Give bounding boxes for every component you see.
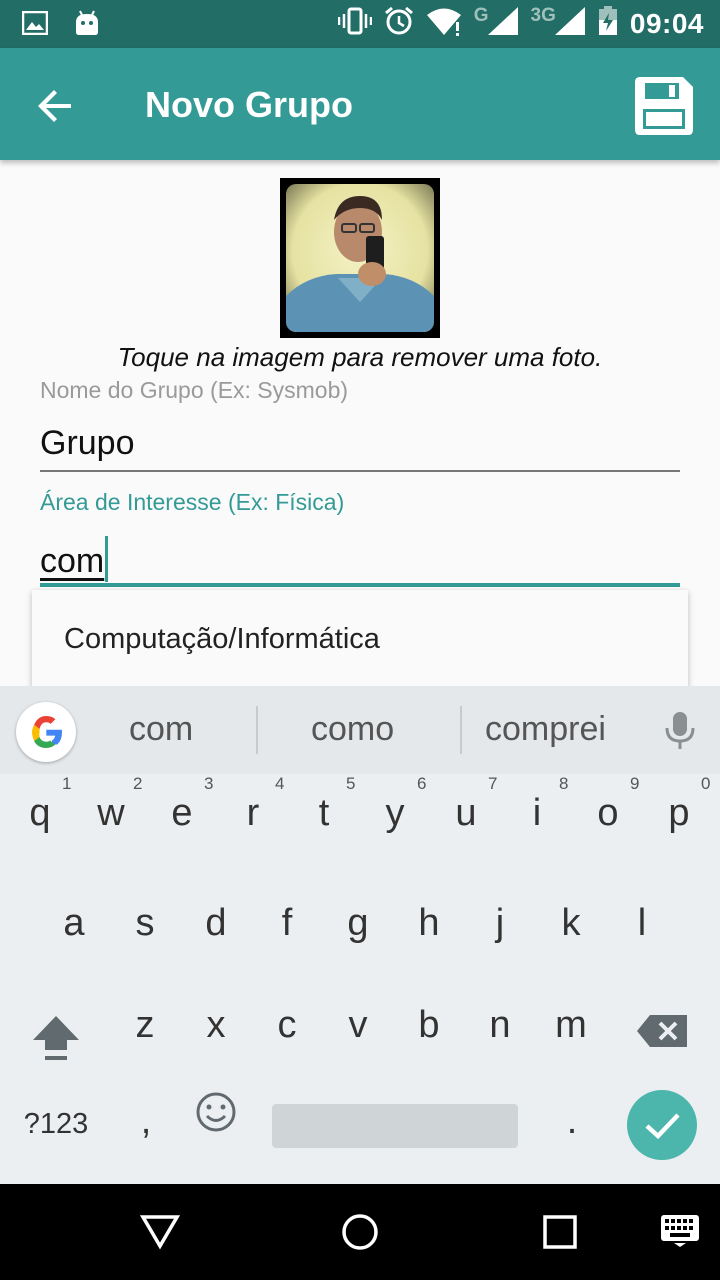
vibrate-icon — [337, 7, 372, 40]
signal-icon-2 — [554, 6, 586, 41]
key-t[interactable]: t — [294, 792, 354, 835]
suggestion-3[interactable]: comprei — [485, 710, 606, 749]
microphone-icon — [665, 712, 695, 749]
signal-icon — [487, 6, 519, 41]
symbols-key[interactable]: ?123 — [18, 1108, 94, 1141]
key-h[interactable]: h — [399, 902, 459, 945]
key-e[interactable]: e — [152, 792, 212, 835]
group-photo[interactable] — [280, 178, 440, 338]
nav-home-circle-icon — [342, 1214, 378, 1250]
comma-key[interactable]: , — [116, 1100, 176, 1143]
key-m[interactable]: m — [541, 1004, 601, 1047]
nav-back-triangle-icon — [139, 1215, 181, 1250]
suggestion-divider — [256, 706, 258, 754]
backspace-key[interactable] — [632, 1014, 692, 1058]
key-f[interactable]: f — [257, 902, 317, 945]
group-photo-image — [286, 184, 434, 332]
wifi-icon — [426, 6, 462, 41]
nav-recents-button[interactable] — [540, 1212, 580, 1257]
keyboard-icon — [661, 1215, 699, 1247]
app-bar: Novo Grupo — [0, 48, 720, 160]
back-button[interactable] — [26, 76, 86, 136]
group-name-underline — [40, 470, 680, 472]
key-l[interactable]: l — [612, 902, 672, 945]
autocomplete-item[interactable]: Computação/Informática — [64, 623, 380, 656]
alarm-icon — [384, 6, 414, 41]
key-k[interactable]: k — [541, 902, 601, 945]
keyboard: com como comprei q1w2e3r4t5y6u7i8o9p0 as… — [0, 686, 720, 1184]
key-n[interactable]: n — [470, 1004, 530, 1047]
interest-area-label: Área de Interesse (Ex: Física) — [40, 489, 345, 515]
key-number-hint: 5 — [346, 774, 356, 793]
key-c[interactable]: c — [257, 1004, 317, 1047]
period-key[interactable]: . — [542, 1100, 602, 1143]
google-icon — [32, 716, 62, 748]
status-time: 09:04 — [629, 7, 704, 39]
shift-arrow-icon — [33, 1016, 79, 1060]
photo-hint: Toque na imagem para remover uma foto. — [117, 342, 603, 372]
android-notification-icon — [74, 10, 100, 41]
key-o[interactable]: o — [578, 792, 638, 835]
key-number-hint: 1 — [62, 774, 72, 793]
key-w[interactable]: w — [81, 792, 141, 835]
suggestion-bar: com como comprei — [0, 686, 720, 774]
shift-key[interactable] — [26, 1014, 86, 1074]
key-g[interactable]: g — [328, 902, 388, 945]
floppy-disk-icon — [635, 77, 693, 135]
key-number-hint: 8 — [559, 774, 569, 793]
key-r[interactable]: r — [223, 792, 283, 835]
suggestion-divider — [460, 706, 462, 754]
save-button[interactable] — [628, 70, 700, 142]
key-x[interactable]: x — [186, 1004, 246, 1047]
key-j[interactable]: j — [470, 902, 530, 945]
google-button[interactable] — [16, 702, 76, 762]
interest-area-underline — [40, 583, 680, 587]
check-icon — [645, 1113, 680, 1140]
battery-charging-icon — [598, 6, 618, 41]
status-bar: G 3G 09:04 — [0, 0, 720, 48]
key-b[interactable]: b — [399, 1004, 459, 1047]
enter-key[interactable] — [627, 1090, 697, 1160]
gallery-notification-icon — [21, 10, 49, 40]
suggestion-1[interactable]: com — [129, 710, 193, 749]
arrow-back-icon — [38, 90, 71, 122]
key-v[interactable]: v — [328, 1004, 388, 1047]
key-number-hint: 2 — [133, 774, 143, 793]
key-y[interactable]: y — [365, 792, 425, 835]
suggestion-2[interactable]: como — [311, 710, 394, 749]
nav-home-button[interactable] — [340, 1212, 380, 1257]
emoji-icon — [196, 1092, 236, 1132]
key-s[interactable]: s — [115, 902, 175, 945]
key-i[interactable]: i — [507, 792, 567, 835]
network-type-g: G — [473, 4, 489, 26]
backspace-icon — [637, 1015, 687, 1047]
key-number-hint: 0 — [701, 774, 711, 793]
space-key[interactable] — [272, 1104, 518, 1148]
key-number-hint: 4 — [275, 774, 285, 793]
keyboard-switch-button[interactable] — [660, 1214, 700, 1253]
navigation-bar — [0, 1184, 720, 1280]
key-z[interactable]: z — [115, 1004, 175, 1047]
nav-back-button[interactable] — [139, 1212, 181, 1257]
key-u[interactable]: u — [436, 792, 496, 835]
interest-area-value: com — [40, 542, 105, 580]
network-type-3g: 3G — [530, 4, 556, 26]
page-title: Novo Grupo — [145, 84, 353, 125]
emoji-key[interactable] — [186, 1090, 246, 1144]
text-cursor — [105, 536, 109, 582]
group-name-input[interactable]: Grupo — [40, 424, 135, 463]
interest-area-input[interactable]: com — [40, 536, 109, 582]
group-name-label: Nome do Grupo (Ex: Sysmob) — [40, 377, 349, 403]
autocomplete-dropdown: Computação/Informática — [32, 590, 688, 690]
key-number-hint: 6 — [417, 774, 427, 793]
key-number-hint: 3 — [204, 774, 214, 793]
key-q[interactable]: q — [10, 792, 70, 835]
key-a[interactable]: a — [44, 902, 104, 945]
key-d[interactable]: d — [186, 902, 246, 945]
key-p[interactable]: p — [649, 792, 709, 835]
microphone-button[interactable] — [662, 710, 698, 755]
nav-recents-square-icon — [543, 1215, 577, 1249]
key-number-hint: 9 — [630, 774, 640, 793]
key-number-hint: 7 — [488, 774, 498, 793]
